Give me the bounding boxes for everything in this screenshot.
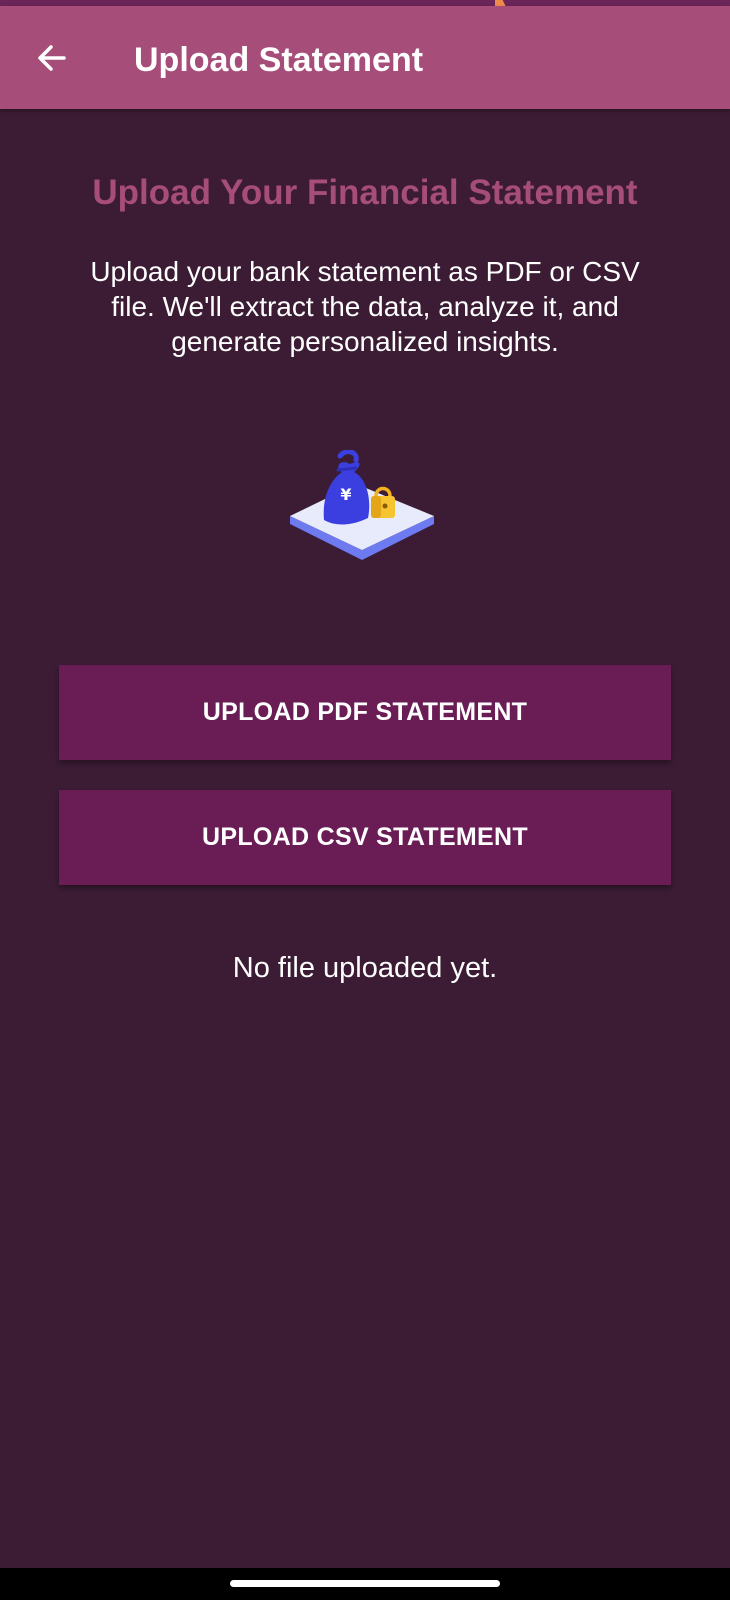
money-bag-lock-icon: ¥: [290, 450, 434, 560]
svg-text:¥: ¥: [340, 485, 351, 504]
arrow-left-icon: [38, 45, 66, 71]
section-heading: Upload Your Financial Statement: [92, 173, 638, 212]
home-indicator[interactable]: [230, 1580, 500, 1587]
upload-csv-button[interactable]: UPLOAD CSV STATEMENT: [59, 790, 671, 885]
upload-pdf-button[interactable]: UPLOAD PDF STATEMENT: [59, 665, 671, 760]
upload-status-text: No file uploaded yet.: [232, 952, 498, 984]
app-bar: Upload Statement: [0, 6, 730, 109]
page-title: Upload Statement: [134, 41, 424, 79]
upload-description: Upload your bank statement as PDF or CSV…: [90, 256, 640, 357]
back-button[interactable]: [28, 34, 76, 82]
